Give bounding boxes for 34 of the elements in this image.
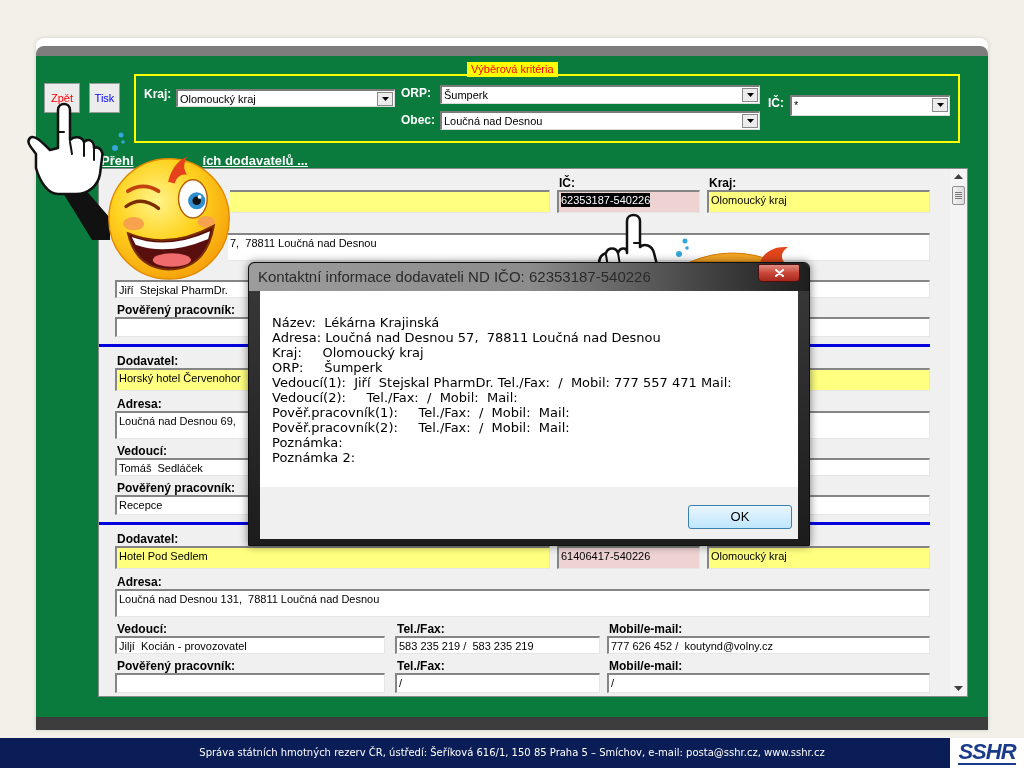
field-label: Tel./Fax: — [397, 659, 445, 673]
filter-label: Obec: — [401, 113, 435, 127]
filter-label: ORP: — [401, 86, 431, 100]
dialog-text-line: Pověř.pracovník(2): Tel./Fax: / Mobil: Mail: — [272, 420, 570, 435]
heading-text: Přehl — [101, 153, 134, 168]
dialog-text-line: Název: Lékárna Krajinská — [272, 315, 440, 330]
dialog-text-line: Adresa: Loučná nad Desnou 57, 78811 Loučná nad Desnou — [272, 330, 661, 345]
filter-label: Kraj: — [144, 87, 172, 101]
field-label: Dodavatel: — [117, 532, 179, 546]
field-label: Mobil/e-mail: — [609, 659, 683, 673]
heading-text: ích dodavatelů ... — [202, 153, 308, 168]
logo-text: SSHR — [958, 741, 1016, 765]
field-label: Kraj: — [709, 176, 737, 190]
footer-text: Správa státních hmotných rezerv ČR, ústředí: Šeříková 616/1, 150 85 Praha 5 – Smíchov, e-mail: posta@sshr.cz, www.sshr.cz — [199, 747, 825, 759]
field-label: Vedoucí: — [117, 444, 167, 458]
filter-label: IČ: — [768, 96, 784, 110]
field-label: Dodavatel: — [117, 354, 179, 368]
dialog-title: Kontaktní informace dodavateli ND IČO: 62353187-540226 — [258, 269, 651, 285]
field-label: Vedoucí: — [117, 622, 167, 636]
field-label: Pověřený pracovník: — [117, 481, 236, 495]
dialog-text-line: Vedoucí(1): Jiří Stejskal PharmDr. Tel./Fax: / Mobil: 777 557 471 Mail: — [272, 375, 732, 390]
field-label: Adresa: — [117, 575, 162, 589]
dialog-text-line: Pověř.pracovník(1): Tel./Fax: / Mobil: Mail: — [272, 405, 570, 420]
field-label: Mobil/e-mail: — [609, 622, 683, 636]
criteria-title: Výběrová kritéria — [467, 62, 558, 77]
field-label: IČ: — [559, 176, 575, 190]
dialog-text-line: ORP: Šumperk — [272, 360, 383, 375]
dialog-text-line: Vedoucí(2): Tel./Fax: / Mobil: Mail: — [272, 390, 518, 405]
dialog-text-line: Poznámka: — [272, 435, 343, 450]
field-label: Adresa: — [117, 397, 162, 411]
field-label: Pověřený pracovník: — [117, 303, 236, 317]
field-label: Pověřený pracovník: — [117, 659, 236, 673]
dialog-text-line: Kraj: Olomoucký kraj — [272, 345, 424, 360]
field-label: Tel./Fax: — [397, 622, 445, 636]
